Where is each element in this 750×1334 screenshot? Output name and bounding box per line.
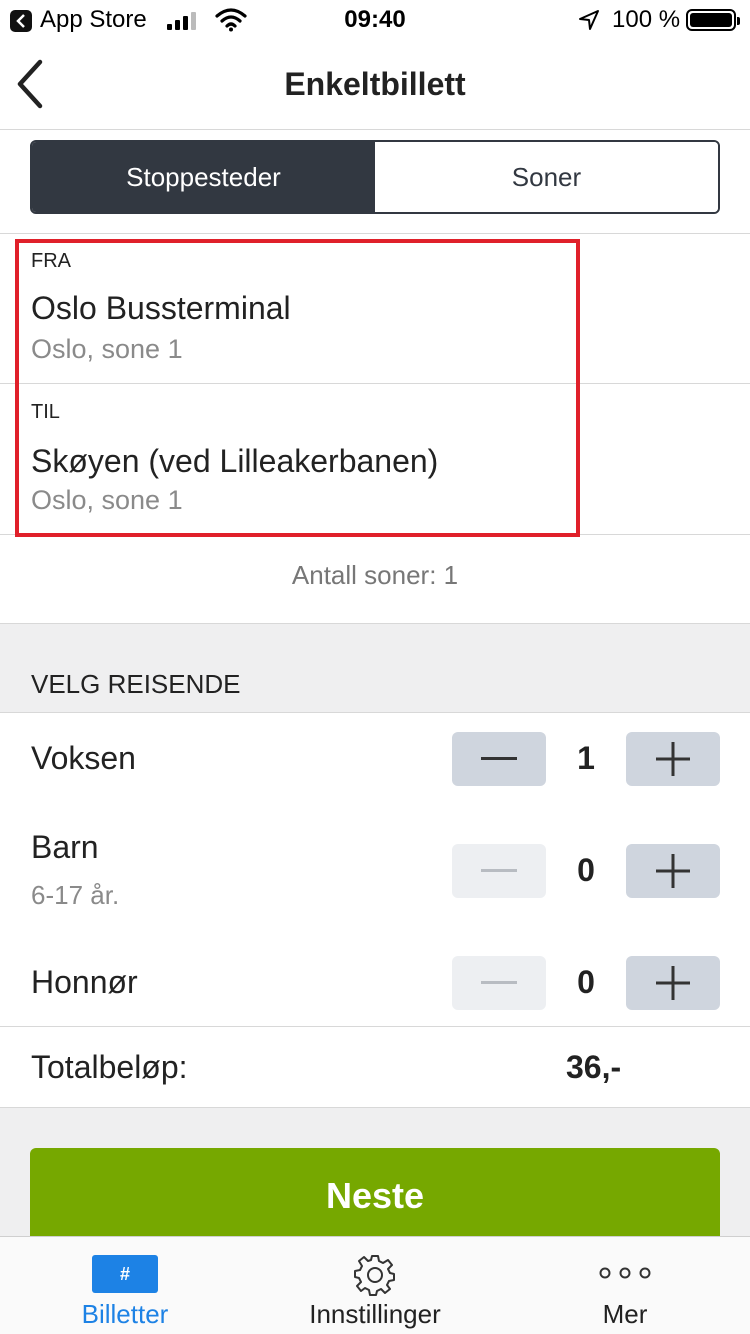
page-title: Enkeltbillett [284,66,466,102]
location-arrow-icon [579,10,599,30]
segmented-control: Stoppesteder Soner [30,140,720,214]
to-stop-row[interactable]: TIL Skøyen (ved Lilleakerbanen) Oslo, so… [0,385,750,535]
battery-icon [686,9,740,31]
divider [0,1026,750,1027]
tab-bar: # Billetter Innstillinger Mer [0,1236,750,1334]
tab-label: Billetter [81,1299,169,1329]
plus-icon [656,742,690,776]
increment-button[interactable] [626,844,720,898]
traveller-name: Voksen [31,740,136,776]
total-value: 36,- [566,1049,622,1085]
from-stop-row[interactable]: FRA Oslo Bussterminal Oslo, sone 1 [0,234,750,384]
increment-button[interactable] [626,956,720,1010]
next-button[interactable]: Neste [30,1148,720,1244]
traveller-name: Barn [31,829,99,865]
decrement-button[interactable] [452,732,546,786]
from-stop-zone: Oslo, sone 1 [31,334,183,364]
from-label: FRA [31,250,71,272]
traveller-count: 1 [577,740,595,776]
tab-innstillinger[interactable]: Innstillinger [250,1237,500,1334]
total-label: Totalbeløp: [31,1049,188,1085]
segment-stoppesteder[interactable]: Stoppesteder [32,142,375,212]
traveller-age-range: 6-17 år. [31,880,120,910]
minus-icon [481,981,517,984]
navigation-bar: Enkeltbillett [0,40,750,130]
traveller-count: 0 [577,852,595,888]
segment-soner[interactable]: Soner [375,142,718,212]
to-label: TIL [31,401,60,423]
traveller-name: Honnør [31,964,138,1000]
to-stop-name: Skøyen (ved Lilleakerbanen) [31,443,439,479]
decrement-button[interactable] [452,956,546,1010]
status-bar: App Store 09:40 100 % [0,0,750,40]
more-dots-icon [599,1267,651,1279]
tab-label: Innstillinger [309,1299,441,1329]
tab-billetter[interactable]: # Billetter [0,1237,250,1334]
gear-icon [354,1255,395,1296]
traveller-count: 0 [577,964,595,1000]
plus-icon [656,854,690,888]
increment-button[interactable] [626,732,720,786]
decrement-button[interactable] [452,844,546,898]
minus-icon [481,869,517,872]
from-stop-name: Oslo Bussterminal [31,290,291,326]
section-title-travellers: VELG REISENDE [31,669,241,699]
plus-icon [656,966,690,1000]
to-stop-zone: Oslo, sone 1 [31,485,183,515]
ticket-icon: # [92,1255,158,1293]
tab-label: Mer [602,1299,648,1329]
minus-icon [481,757,517,760]
zones-count: Antall soner: 1 [291,560,459,590]
tab-mer[interactable]: Mer [500,1237,750,1334]
battery-percentage: 100 % [612,6,681,33]
